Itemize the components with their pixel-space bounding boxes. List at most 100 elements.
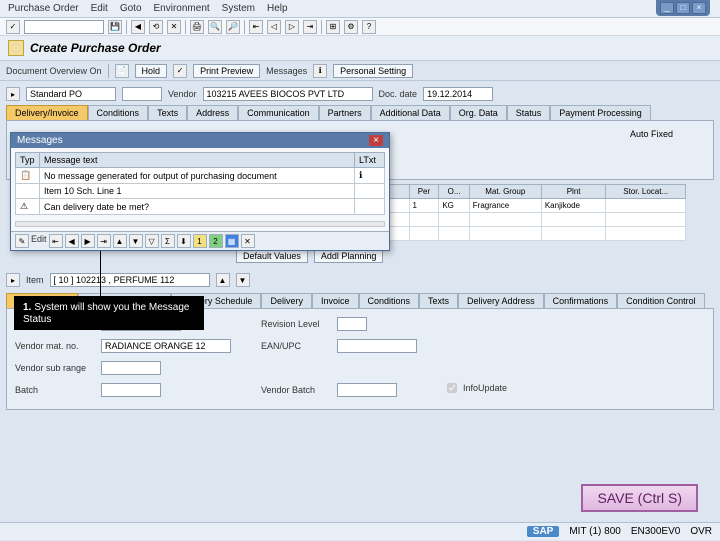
col-per: Per bbox=[409, 185, 439, 199]
itab-conf[interactable]: Confirmations bbox=[544, 293, 618, 308]
personal-setting-button[interactable]: Personal Setting bbox=[333, 64, 413, 78]
expand-header-icon[interactable]: ▸ bbox=[6, 87, 20, 101]
layout1-icon[interactable]: 1 bbox=[193, 234, 207, 248]
cancel-icon[interactable]: ✕ bbox=[167, 20, 181, 34]
tab-address[interactable]: Address bbox=[187, 105, 238, 120]
find-icon[interactable]: 🔍 bbox=[208, 20, 222, 34]
itab-cond[interactable]: Conditions bbox=[359, 293, 420, 308]
message-row: ⚠Can delivery date be met? bbox=[16, 199, 385, 215]
menu-goto[interactable]: Goto bbox=[120, 3, 142, 14]
itab-cctrl[interactable]: Condition Control bbox=[617, 293, 705, 308]
menu-help[interactable]: Help bbox=[267, 3, 288, 14]
newsession-icon[interactable]: ⊞ bbox=[326, 20, 340, 34]
nav-last-icon[interactable]: ⇥ bbox=[97, 234, 111, 248]
lastpage-icon[interactable]: ⇥ bbox=[303, 20, 317, 34]
itab-addr[interactable]: Delivery Address bbox=[458, 293, 544, 308]
rev-field[interactable] bbox=[337, 317, 367, 331]
popup-title: Messages bbox=[17, 135, 63, 146]
next-item-icon[interactable]: ▼ bbox=[236, 273, 250, 287]
hold-button[interactable]: Hold bbox=[135, 64, 168, 78]
ean-field[interactable] bbox=[337, 339, 417, 353]
itab-inv[interactable]: Invoice bbox=[312, 293, 359, 308]
menu-env[interactable]: Environment bbox=[154, 3, 210, 14]
tab-comm[interactable]: Communication bbox=[238, 105, 319, 120]
filter-icon[interactable]: ▽ bbox=[145, 234, 159, 248]
prevpage-icon[interactable]: ◁ bbox=[267, 20, 281, 34]
save-button[interactable]: SAVE (Ctrl S) bbox=[581, 484, 698, 512]
edit-icon[interactable]: ✎ bbox=[15, 234, 29, 248]
nav-prev-icon[interactable]: ◀ bbox=[65, 234, 79, 248]
expand-item-icon[interactable]: ▸ bbox=[6, 273, 20, 287]
nextpage-icon[interactable]: ▷ bbox=[285, 20, 299, 34]
scrollbar[interactable] bbox=[15, 221, 385, 227]
tab-texts[interactable]: Texts bbox=[148, 105, 187, 120]
help-icon[interactable]: ? bbox=[362, 20, 376, 34]
back-icon[interactable]: ◀ bbox=[131, 20, 145, 34]
addl-planning-button[interactable]: Addl Planning bbox=[314, 249, 384, 263]
sort-asc-icon[interactable]: ▲ bbox=[113, 234, 127, 248]
enter-icon[interactable]: ✓ bbox=[6, 20, 20, 34]
batch-field[interactable] bbox=[101, 383, 161, 397]
messages-button[interactable]: Messages bbox=[266, 66, 307, 76]
close-icon[interactable]: × bbox=[692, 2, 706, 14]
menu-system[interactable]: System bbox=[222, 3, 255, 14]
exit-icon[interactable]: ⟲ bbox=[149, 20, 163, 34]
menu-po[interactable]: Purchase Order bbox=[8, 3, 79, 14]
tab-payment[interactable]: Payment Processing bbox=[550, 105, 651, 120]
header-tabs: Delivery/Invoice Conditions Texts Addres… bbox=[6, 105, 714, 120]
sort-desc-icon[interactable]: ▼ bbox=[129, 234, 143, 248]
menu-edit[interactable]: Edit bbox=[91, 3, 108, 14]
po-number-field[interactable] bbox=[122, 87, 162, 101]
default-values-button[interactable]: Default Values bbox=[236, 249, 308, 263]
ltxt-icon[interactable]: ℹ bbox=[355, 168, 385, 184]
item-selector[interactable]: [ 10 ] 102213 , PERFUME 112 bbox=[50, 273, 210, 287]
vendor-field[interactable]: 103215 AVEES BIOCOS PVT LTD bbox=[203, 87, 373, 101]
minimize-icon[interactable]: _ bbox=[660, 2, 674, 14]
close-popup-icon[interactable]: ✕ bbox=[241, 234, 255, 248]
save-icon[interactable]: 💾 bbox=[108, 20, 122, 34]
print-icon[interactable]: 🖨 bbox=[190, 20, 204, 34]
warning-icon: ⚠ bbox=[16, 199, 40, 215]
itab-texts[interactable]: Texts bbox=[419, 293, 458, 308]
doctype-field[interactable]: Standard PO bbox=[26, 87, 116, 101]
layout2-icon[interactable]: 2 bbox=[209, 234, 223, 248]
vendmat-label: Vendor mat. no. bbox=[15, 341, 95, 351]
tab-adddata[interactable]: Additional Data bbox=[371, 105, 450, 120]
standard-toolbar: ✓ 💾 ◀ ⟲ ✕ 🖨 🔍 🔎 ⇤ ◁ ▷ ⇥ ⊞ ⚙ ? bbox=[0, 18, 720, 36]
tab-orgdata[interactable]: Org. Data bbox=[450, 105, 507, 120]
command-field[interactable] bbox=[24, 20, 104, 34]
layout-save-icon[interactable]: ▦ bbox=[225, 234, 239, 248]
tab-status[interactable]: Status bbox=[507, 105, 551, 120]
item-label: Item bbox=[26, 275, 44, 285]
tab-partners[interactable]: Partners bbox=[319, 105, 371, 120]
vendsub-field[interactable] bbox=[101, 361, 161, 375]
check-icon[interactable]: ✓ bbox=[173, 64, 187, 78]
instruction-callout: 1. System will show you the Message Stat… bbox=[14, 296, 204, 330]
col-ltxt: LTxt bbox=[355, 153, 385, 168]
popup-close-icon[interactable]: × bbox=[369, 135, 383, 146]
messages-popup: Messages × TypMessage textLTxt 📋No messa… bbox=[10, 132, 390, 251]
doc-overview-button[interactable]: Document Overview On bbox=[6, 66, 102, 76]
tab-conditions[interactable]: Conditions bbox=[88, 105, 149, 120]
callout-text: System will show you the Message Status bbox=[23, 302, 189, 325]
batch-label: Batch bbox=[15, 385, 95, 395]
print-preview-button[interactable]: Print Preview bbox=[193, 64, 260, 78]
findnext-icon[interactable]: 🔎 bbox=[226, 20, 240, 34]
maximize-icon[interactable]: □ bbox=[676, 2, 690, 14]
itab-deliv[interactable]: Delivery bbox=[261, 293, 312, 308]
tab-delivery[interactable]: Delivery/Invoice bbox=[6, 105, 88, 120]
prev-item-icon[interactable]: ▲ bbox=[216, 273, 230, 287]
shortcut-icon[interactable]: ⚙ bbox=[344, 20, 358, 34]
total-icon[interactable]: Σ bbox=[161, 234, 175, 248]
export-icon[interactable]: ⬇ bbox=[177, 234, 191, 248]
nav-first-icon[interactable]: ⇤ bbox=[49, 234, 63, 248]
firstpage-icon[interactable]: ⇤ bbox=[249, 20, 263, 34]
docdate-field[interactable]: 19.12.2014 bbox=[423, 87, 493, 101]
page-title: Create Purchase Order bbox=[30, 41, 161, 55]
item-grid[interactable]: Qu... Per O... Mat. Group Plnt Stor. Loc… bbox=[346, 184, 686, 241]
info-icon[interactable]: ℹ bbox=[313, 64, 327, 78]
create-icon[interactable]: 📄 bbox=[115, 64, 129, 78]
vbatch-field[interactable] bbox=[337, 383, 397, 397]
nav-next-icon[interactable]: ▶ bbox=[81, 234, 95, 248]
vendmat-field[interactable]: RADIANCE ORANGE 12 bbox=[101, 339, 231, 353]
